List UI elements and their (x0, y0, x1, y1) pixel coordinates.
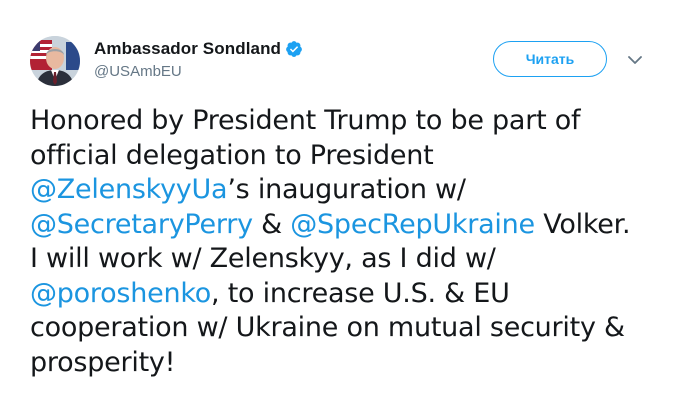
tweet-text-segment: I will work w/ Zelenskyy, as I did w/ (30, 243, 496, 274)
tweet-text-line: prosperity! (30, 346, 670, 381)
tweet-text-segment: cooperation w/ Ukraine on mutual securit… (30, 312, 625, 343)
tweet-card: Ambassador Sondland @USAmbEU Читать Hono… (0, 0, 685, 402)
display-name[interactable]: Ambassador Sondland (94, 39, 281, 59)
mention-link[interactable]: @poroshenko (30, 278, 211, 309)
tweet-text-line: official delegation to President (30, 139, 670, 174)
mention-link[interactable]: @SpecRepUkraine (290, 209, 535, 240)
tweet-text-line: I will work w/ Zelenskyy, as I did w/ (30, 242, 670, 277)
tweet-text-segment: prosperity! (30, 346, 176, 378)
tweet-text-segment: Volker. (534, 208, 631, 240)
avatar[interactable] (30, 36, 80, 86)
tweet-text-segment: , to increase U.S. & EU (211, 277, 510, 309)
tweet-text-segment: & (252, 208, 291, 240)
tweet-text-segment: Honored by President Trump to be part of (30, 105, 581, 136)
name-row: Ambassador Sondland (94, 38, 303, 60)
tweet-text-line: @ZelenskyyUa’s inauguration w/ (30, 173, 670, 208)
profile-photo (30, 36, 80, 86)
tweet-text-segment: official delegation to President (30, 139, 434, 171)
user-handle[interactable]: @USAmbEU (94, 63, 303, 80)
author-block: Ambassador Sondland @USAmbEU (94, 38, 303, 80)
mention-link[interactable]: @ZelenskyyUa (30, 174, 228, 205)
tweet-text: Honored by President Trump to be part of… (30, 104, 670, 380)
tweet-text-line: @SecretaryPerry & @SpecRepUkraine Volker… (30, 208, 670, 243)
chevron-down-icon[interactable] (625, 52, 645, 68)
tweet-text-line: @poroshenko, to increase U.S. & EU (30, 277, 670, 312)
mention-link[interactable]: @SecretaryPerry (30, 209, 253, 240)
tweet-text-line: Honored by President Trump to be part of (30, 104, 670, 139)
follow-button[interactable]: Читать (493, 41, 607, 77)
tweet-text-segment: ’s inauguration w/ (227, 174, 466, 205)
verified-badge-icon (285, 40, 303, 58)
tweet-text-line: cooperation w/ Ukraine on mutual securit… (30, 311, 670, 346)
